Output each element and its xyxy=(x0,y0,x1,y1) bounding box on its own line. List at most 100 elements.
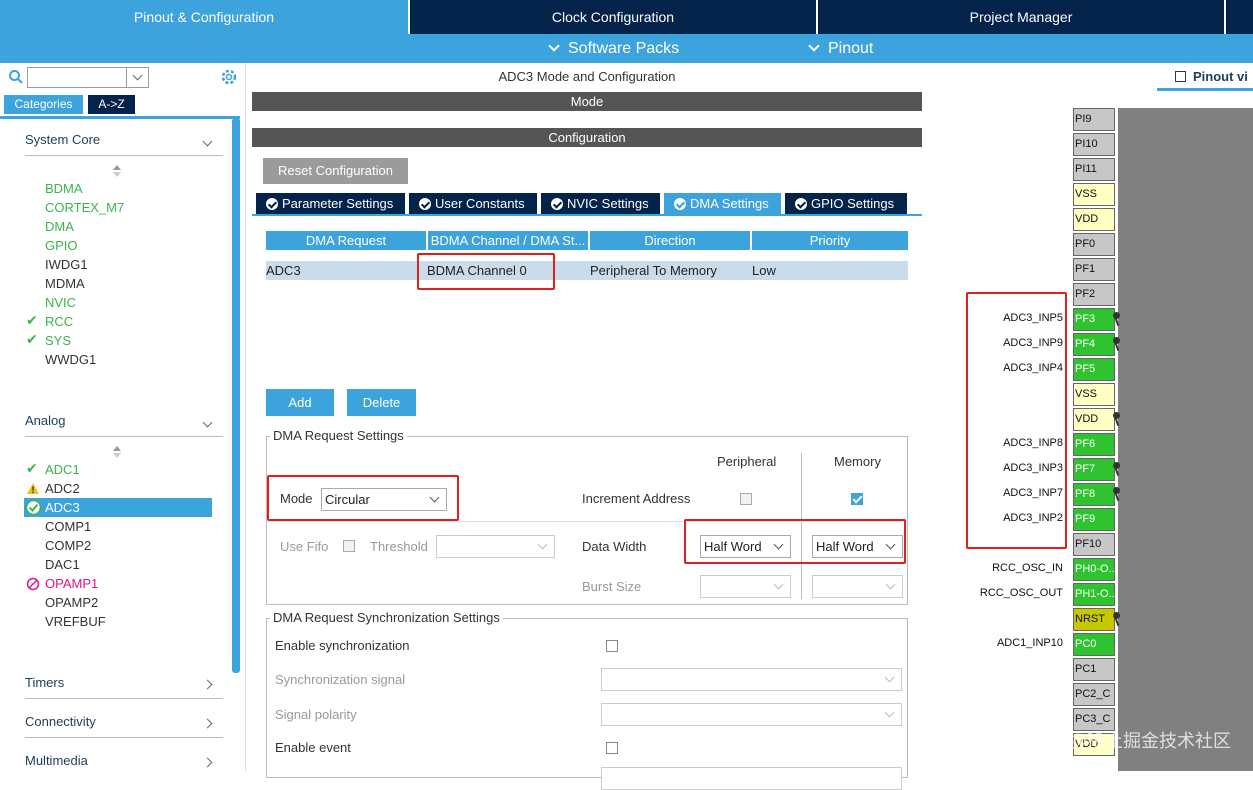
table-row[interactable] xyxy=(266,261,908,280)
pin-vss[interactable]: VSS xyxy=(1073,183,1115,206)
item-adc3[interactable]: ADC3 xyxy=(45,498,80,517)
search-dropdown-button[interactable] xyxy=(126,68,148,87)
col-direction[interactable]: Direction xyxy=(590,231,750,250)
item-gpio[interactable]: GPIO xyxy=(45,236,78,255)
item-comp1[interactable]: COMP1 xyxy=(45,517,91,536)
col-dma-request[interactable]: DMA Request xyxy=(266,231,426,250)
item-rcc[interactable]: RCC xyxy=(45,312,73,331)
item-wwdg1[interactable]: WWDG1 xyxy=(45,350,96,369)
increment-peripheral-checkbox[interactable] xyxy=(740,493,752,505)
pin-pf3[interactable]: PF3 xyxy=(1073,308,1115,331)
pin-nrst[interactable]: NRST xyxy=(1073,608,1115,631)
item-adc1[interactable]: ADC1 xyxy=(45,460,80,479)
search-icon[interactable] xyxy=(8,69,24,85)
col-priority[interactable]: Priority xyxy=(752,231,908,250)
enable-sync-checkbox[interactable] xyxy=(606,640,618,652)
threshold-select[interactable] xyxy=(436,535,555,558)
tab-parameter-settings[interactable]: Parameter Settings xyxy=(256,193,405,215)
item-nvic[interactable]: NVIC xyxy=(45,293,76,312)
categories-button[interactable]: Categories xyxy=(4,95,83,114)
peripheral-burst-select[interactable] xyxy=(700,575,791,598)
pin-pf8[interactable]: PF8 xyxy=(1073,483,1115,506)
gear-icon[interactable] xyxy=(220,68,238,86)
tab-dma-settings[interactable]: DMA Settings xyxy=(664,193,781,215)
scroll-up-icon[interactable] xyxy=(113,446,121,451)
pin-pf9[interactable]: PF9 xyxy=(1073,508,1115,531)
item-dma[interactable]: DMA xyxy=(45,217,74,236)
pin-vdd[interactable]: VDD xyxy=(1073,408,1115,431)
top-nav: Pinout & Configuration Clock Configurati… xyxy=(0,0,1253,34)
pinout-view-tab[interactable]: Pinout vi xyxy=(1157,69,1253,91)
group-analog[interactable]: Analog xyxy=(25,413,223,437)
item-dac1[interactable]: DAC1 xyxy=(45,555,80,574)
burst-size-label: Burst Size xyxy=(582,579,642,594)
pinout-menu[interactable]: Pinout xyxy=(808,34,873,63)
pin-vss[interactable]: VSS xyxy=(1073,383,1115,406)
tab-label: DMA Settings xyxy=(690,196,769,211)
group-system-core[interactable]: System Core xyxy=(25,132,223,156)
scroll-down-icon[interactable] xyxy=(113,172,121,177)
tab-clock-configuration[interactable]: Clock Configuration xyxy=(410,0,818,34)
item-adc2[interactable]: ADC2 xyxy=(45,479,80,498)
increment-memory-checkbox[interactable] xyxy=(851,493,863,505)
pin-vdd[interactable]: VDD xyxy=(1073,208,1115,231)
tab-pinout-configuration[interactable]: Pinout & Configuration xyxy=(0,0,410,34)
data-width-label: Data Width xyxy=(582,539,647,554)
pin-pi11[interactable]: PI11 xyxy=(1073,158,1115,181)
pin-pf2[interactable]: PF2 xyxy=(1073,283,1115,306)
pin-pi10[interactable]: PI10 xyxy=(1073,133,1115,156)
item-cortex-m7[interactable]: CORTEX_M7 xyxy=(45,198,124,217)
item-sys[interactable]: SYS xyxy=(45,331,71,350)
item-opamp2[interactable]: OPAMP2 xyxy=(45,593,98,612)
reset-configuration-button[interactable]: Reset Configuration xyxy=(263,158,408,184)
group-timers[interactable]: Timers xyxy=(25,675,223,699)
chevron-right-icon xyxy=(202,718,213,729)
pin-pf7[interactable]: PF7 xyxy=(1073,458,1115,481)
group-multimedia[interactable]: Multimedia xyxy=(25,753,223,777)
pushpin-icon xyxy=(1112,462,1120,476)
search-input[interactable] xyxy=(27,67,149,88)
col-bdma-channel[interactable]: BDMA Channel / DMA St... xyxy=(428,231,588,250)
tab-project-manager[interactable]: Project Manager xyxy=(818,0,1226,34)
enable-event-checkbox[interactable] xyxy=(606,742,618,754)
item-mdma[interactable]: MDMA xyxy=(45,274,85,293)
pin-pf0[interactable]: PF0 xyxy=(1073,233,1115,256)
pin-pi9[interactable]: PI9 xyxy=(1073,108,1115,131)
left-scrollbar[interactable] xyxy=(232,118,240,673)
pin-pf5[interactable]: PF5 xyxy=(1073,358,1115,381)
mode-bar[interactable]: Mode xyxy=(252,92,922,111)
scroll-up-icon[interactable] xyxy=(113,165,121,170)
az-button[interactable]: A->Z xyxy=(88,95,135,114)
software-packs-menu[interactable]: Software Packs xyxy=(548,34,679,63)
scroll-down-icon[interactable] xyxy=(113,453,121,458)
pushpin-icon xyxy=(1112,612,1120,626)
item-bdma[interactable]: BDMA xyxy=(45,179,83,198)
use-fifo-checkbox[interactable] xyxy=(343,540,355,552)
pin-pf4[interactable]: PF4 xyxy=(1073,333,1115,356)
chevron-down-icon xyxy=(884,707,895,718)
tab-user-constants[interactable]: User Constants xyxy=(409,193,537,215)
tab-nvic-settings[interactable]: NVIC Settings xyxy=(541,193,660,215)
sync-signal-select[interactable] xyxy=(601,668,902,691)
pin-pf10[interactable]: PF10 xyxy=(1073,533,1115,556)
request-number-select[interactable] xyxy=(601,767,902,790)
pin-pc0[interactable]: PC0 xyxy=(1073,633,1115,656)
group-connectivity[interactable]: Connectivity xyxy=(25,714,223,738)
item-comp2[interactable]: COMP2 xyxy=(45,536,91,555)
pin-ph0-o[interactable]: PH0-O... xyxy=(1073,558,1115,581)
memory-burst-select[interactable] xyxy=(812,575,903,598)
add-button[interactable]: Add xyxy=(266,389,334,416)
item-opamp1[interactable]: OPAMP1 xyxy=(45,574,98,593)
pin-pf6[interactable]: PF6 xyxy=(1073,433,1115,456)
chevron-down-icon xyxy=(537,539,548,550)
item-iwdg1[interactable]: IWDG1 xyxy=(45,255,88,274)
pin-ph1-o[interactable]: PH1-O... xyxy=(1073,583,1115,606)
pin-pf1[interactable]: PF1 xyxy=(1073,258,1115,281)
signal-polarity-select[interactable] xyxy=(601,703,902,726)
tab-gpio-settings[interactable]: GPIO Settings xyxy=(785,193,907,215)
pin-pc1[interactable]: PC1 xyxy=(1073,658,1115,681)
configuration-bar[interactable]: Configuration xyxy=(252,128,922,147)
pin-pc2-c[interactable]: PC2_C xyxy=(1073,683,1115,706)
delete-button[interactable]: Delete xyxy=(347,389,416,416)
item-vrefbuf[interactable]: VREFBUF xyxy=(45,612,106,631)
